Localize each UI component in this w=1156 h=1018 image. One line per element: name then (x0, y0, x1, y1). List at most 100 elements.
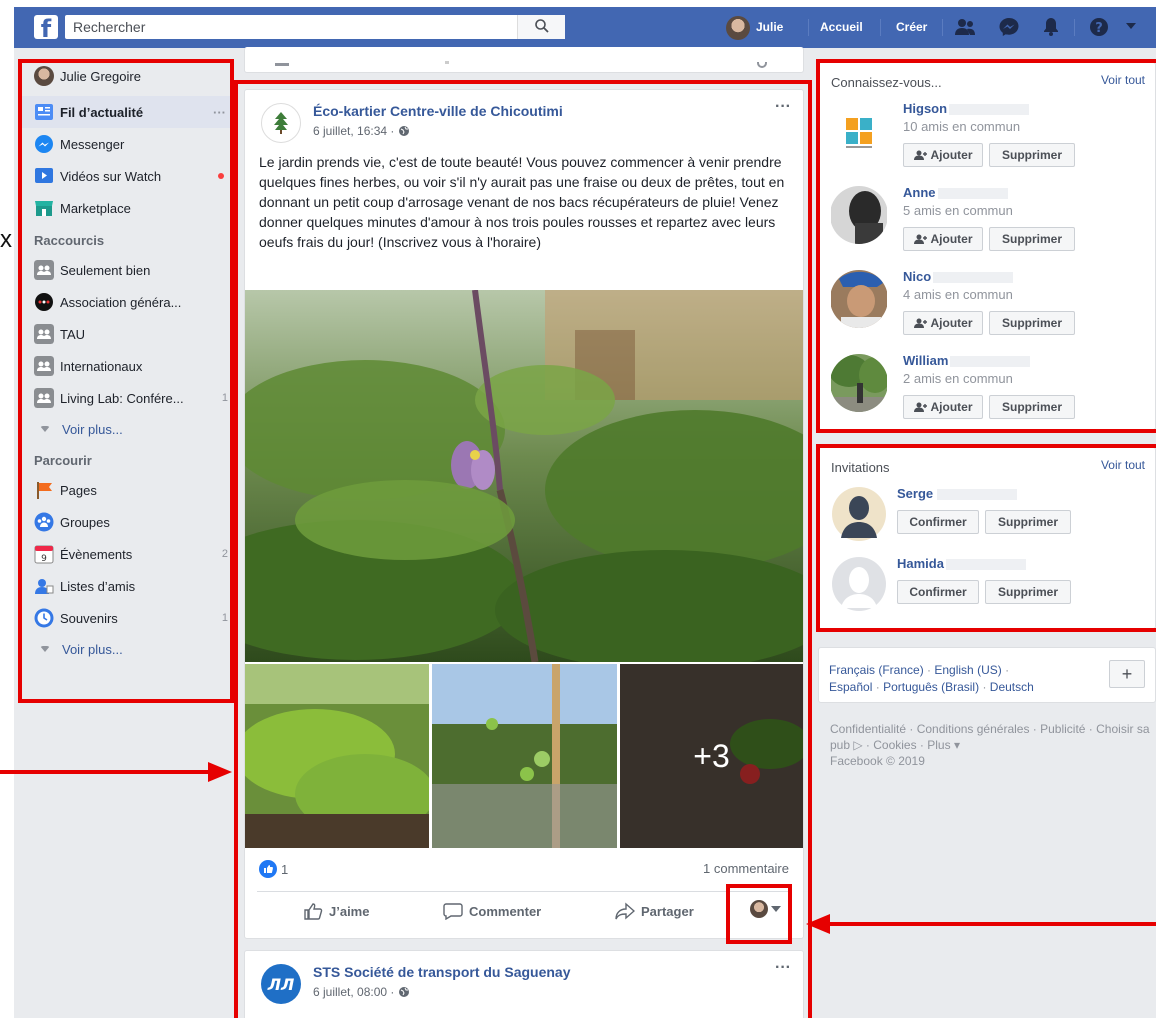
page-avatar[interactable]: ЛЛ (261, 964, 301, 1004)
post-timestamp[interactable]: 6 juillet, 16:34 · (313, 124, 410, 138)
sidebar-item-pages[interactable]: Pages (20, 474, 232, 506)
person-photo[interactable] (831, 185, 887, 249)
redacted-surname (945, 559, 1026, 571)
comment-button[interactable]: Commenter (443, 902, 541, 920)
help-icon[interactable]: ? (1088, 17, 1110, 37)
friend-requests-icon[interactable] (954, 17, 976, 37)
add-friend-button[interactable]: Ajouter (903, 395, 983, 419)
sidebar-shortcut-item[interactable]: Internationaux (20, 350, 232, 382)
calendar-icon: 9 (34, 545, 54, 564)
person-name[interactable]: William (903, 353, 1031, 368)
lettuce-garden-photo (245, 664, 429, 848)
post-as-selector[interactable] (750, 900, 787, 918)
person-name[interactable]: Anne (903, 185, 1008, 200)
shortcuts-heading: Raccourcis (34, 233, 105, 248)
feed-post: ЛЛ STS Société de transport du Saguenay … (244, 950, 804, 1018)
language-link[interactable]: Deutsch (990, 680, 1034, 694)
sidebar-shortcut-item[interactable]: Association généra... (20, 286, 232, 318)
profile-nav-item[interactable]: Julie (726, 7, 783, 48)
post-page-name[interactable]: STS Société de transport du Saguenay (313, 964, 571, 980)
post-photo-thumbnail[interactable] (432, 664, 617, 848)
person-name[interactable]: Serge (897, 486, 1018, 501)
sidebar-item-profile[interactable]: Julie Gregoire (20, 60, 232, 92)
sidebar-item-watch[interactable]: Vidéos sur Watch (20, 160, 232, 192)
invitations-panel: Invitations Voir tout Serge Confirmer Su… (818, 447, 1156, 629)
search-input[interactable] (65, 15, 515, 39)
language-separator: · (875, 680, 880, 694)
people-suggestion: Anne 5 amis en commun Ajouter Supprimer (831, 185, 1151, 269)
remove-invitation-button[interactable]: Supprimer (985, 580, 1071, 604)
remove-invitation-button[interactable]: Supprimer (985, 510, 1071, 534)
add-language-button[interactable]: + (1109, 660, 1145, 688)
share-arrow-icon (615, 902, 635, 920)
invitations-see-all-link[interactable]: Voir tout (1101, 458, 1145, 472)
person-photo[interactable] (831, 269, 887, 333)
share-button[interactable]: Partager (615, 902, 694, 920)
person-name[interactable]: Hamida (897, 556, 1026, 571)
messenger-icon[interactable] (998, 17, 1020, 37)
explore-count: 1 (221, 612, 228, 624)
person-photo[interactable] (830, 353, 888, 417)
remove-suggestion-button[interactable]: Supprimer (989, 227, 1075, 251)
add-friend-icon (913, 150, 927, 160)
sidebar-item-friend-lists[interactable]: Listes d’amis (20, 570, 232, 602)
arrow-head-left-icon (806, 914, 830, 934)
see-more-link: Voir plus... (62, 641, 123, 657)
person-name[interactable]: Nico (903, 269, 1014, 284)
home-link[interactable]: Accueil (820, 7, 863, 48)
sidebar-item-groups[interactable]: Groupes (20, 506, 232, 538)
sidebar-item-news-feed[interactable]: Fil d’actualité ··· (20, 96, 232, 128)
post-options-icon[interactable]: ··· (775, 98, 791, 116)
search-button[interactable] (517, 15, 565, 39)
new-content-dot (218, 173, 224, 179)
post-page-name[interactable]: Éco-kartier Centre-ville de Chicoutimi (313, 103, 563, 119)
add-friend-button[interactable]: Ajouter (903, 311, 983, 335)
footer-links-line[interactable]: Confidentialité · Conditions générales ·… (830, 721, 1150, 753)
nav-divider (808, 19, 809, 36)
sidebar-shortcut-item[interactable]: TAU (20, 318, 232, 350)
post-main-photo[interactable] (245, 290, 803, 662)
sidebar-shortcut-item[interactable]: Living Lab: Confére... 1 (20, 382, 232, 414)
person-photo[interactable] (831, 486, 887, 542)
like-button[interactable]: J’aime (303, 902, 369, 920)
language-link[interactable]: English (US) (934, 663, 1001, 677)
account-menu-caret-icon[interactable] (1126, 23, 1136, 31)
annotation-arrow-to-post-as (822, 922, 1156, 926)
page-avatar[interactable] (261, 103, 301, 143)
news-feed-options-icon[interactable]: ··· (213, 105, 226, 120)
confirm-invitation-button[interactable]: Confirmer (897, 510, 979, 534)
sidebar-item-events[interactable]: 9 Évènements 2 (20, 538, 232, 570)
create-link[interactable]: Créer (896, 7, 927, 48)
sidebar-item-messenger[interactable]: Messenger (20, 128, 232, 160)
shortcuts-see-more[interactable]: Voir plus... (20, 414, 232, 444)
language-link[interactable]: Español (829, 680, 872, 694)
post-photo-thumbnail[interactable] (245, 664, 429, 848)
add-friend-button[interactable]: Ajouter (903, 227, 983, 251)
comments-count[interactable]: 1 commentaire (703, 861, 789, 876)
add-friend-button[interactable]: Ajouter (903, 143, 983, 167)
person-photo[interactable] (831, 101, 887, 165)
remove-suggestion-button[interactable]: Supprimer (989, 143, 1075, 167)
sidebar-item-marketplace[interactable]: Marketplace (20, 192, 232, 224)
remove-suggestion-button[interactable]: Supprimer (989, 395, 1075, 419)
person-photo[interactable] (831, 556, 887, 612)
post-timestamp[interactable]: 6 juillet, 08:00 · (313, 985, 410, 999)
confirm-invitation-button[interactable]: Confirmer (897, 580, 979, 604)
post-options-icon[interactable]: ··· (775, 959, 791, 977)
post-photo-more[interactable]: +3 (620, 664, 803, 848)
remove-suggestion-button[interactable]: Supprimer (989, 311, 1075, 335)
notifications-bell-icon[interactable] (1040, 17, 1062, 37)
language-link[interactable]: Português (Brasil) (883, 680, 979, 694)
sidebar-item-label: Vidéos sur Watch (60, 168, 162, 184)
composer-separator (445, 61, 449, 64)
people-see-all-link[interactable]: Voir tout (1101, 73, 1145, 87)
reactions-summary[interactable]: 1 (259, 860, 288, 878)
public-globe-icon (398, 126, 409, 136)
person-name[interactable]: Higson (903, 101, 1030, 116)
explore-see-more[interactable]: Voir plus... (20, 634, 232, 664)
sidebar-shortcut-item[interactable]: Seulement bien (20, 254, 232, 286)
sidebar-item-memories[interactable]: Souvenirs 1 (20, 602, 232, 634)
person-name-text: Nico (903, 269, 932, 284)
group-icon (34, 356, 54, 376)
facebook-logo[interactable]: f (34, 15, 58, 43)
